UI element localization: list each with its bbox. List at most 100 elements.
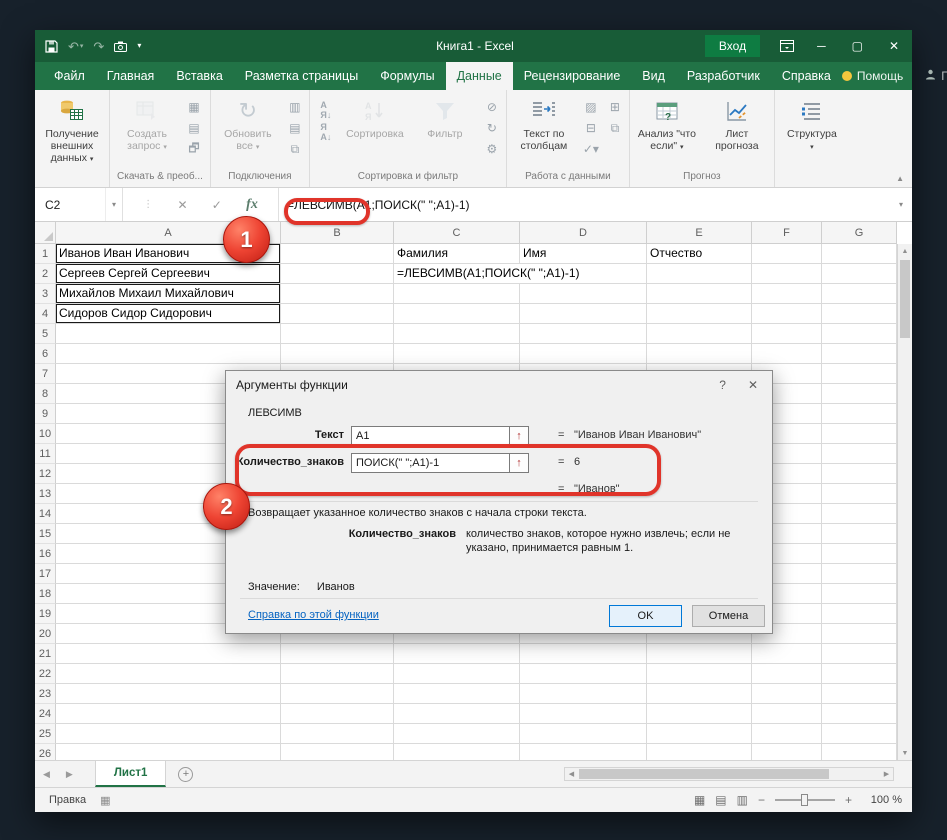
maximize-button[interactable]: ▢	[839, 30, 876, 62]
ribbon-tab-Данные[interactable]: Данные	[445, 62, 513, 90]
cell-B6[interactable]	[281, 344, 394, 364]
cell-B1[interactable]	[281, 244, 394, 264]
cell-A4[interactable]: Сидоров Сидор Сидорович	[56, 304, 281, 324]
cell-D6[interactable]	[520, 344, 647, 364]
dialog-close-icon[interactable]: ✕	[748, 378, 758, 392]
sort-az-icon[interactable]: А Я↓	[313, 100, 339, 120]
normal-view-icon[interactable]: ▦	[694, 793, 705, 807]
cell-A3[interactable]: Михайлов Михаил Михайлович	[56, 284, 281, 304]
cell-E22[interactable]	[647, 664, 752, 684]
cell-B4[interactable]	[281, 304, 394, 324]
cell-B5[interactable]	[281, 324, 394, 344]
cell-C24[interactable]	[394, 704, 520, 724]
cell-B22[interactable]	[281, 664, 394, 684]
cell-D22[interactable]	[520, 664, 647, 684]
row-header-12[interactable]: 12	[35, 464, 56, 484]
row-header-22[interactable]: 22	[35, 664, 56, 684]
scroll-right-icon[interactable]: ▶	[880, 768, 893, 780]
cell-C25[interactable]	[394, 724, 520, 744]
ok-button[interactable]: OK	[609, 605, 682, 627]
row-header-18[interactable]: 18	[35, 584, 56, 604]
next-sheet-icon[interactable]: ▶	[58, 769, 81, 780]
insert-function-icon[interactable]: fx	[246, 197, 258, 213]
column-header-E[interactable]: E	[647, 222, 752, 244]
cell-D1[interactable]: Имя	[520, 244, 647, 264]
cell-A6[interactable]	[56, 344, 281, 364]
cell-D26[interactable]	[520, 744, 647, 760]
flash-fill-icon[interactable]: ▨	[580, 98, 602, 116]
collapse-dialog-icon[interactable]: ↑	[509, 427, 528, 445]
scroll-down-icon[interactable]: ▼	[898, 746, 912, 760]
ribbon-tab-Разработчик[interactable]: Разработчик	[676, 62, 771, 90]
cell-F3[interactable]	[752, 284, 822, 304]
ribbon-tab-Вид[interactable]: Вид	[631, 62, 676, 90]
prev-sheet-icon[interactable]: ◀	[35, 769, 58, 780]
cell-D4[interactable]	[520, 304, 647, 324]
row-header-5[interactable]: 5	[35, 324, 56, 344]
cell-G9[interactable]	[822, 404, 897, 424]
name-box[interactable]: C2 ▾	[35, 188, 123, 221]
row-header-24[interactable]: 24	[35, 704, 56, 724]
column-header-G[interactable]: G	[822, 222, 897, 244]
cell-E5[interactable]	[647, 324, 752, 344]
cell-E25[interactable]	[647, 724, 752, 744]
cell-D3[interactable]	[520, 284, 647, 304]
vertical-scroll-thumb[interactable]	[900, 260, 910, 338]
show-queries-icon[interactable]: ▦	[183, 98, 205, 116]
cell-G21[interactable]	[822, 644, 897, 664]
cell-E3[interactable]	[647, 284, 752, 304]
cell-C2[interactable]: =ЛЕВСИМВ(A1;ПОИСК(" ";A1)-1)	[394, 264, 583, 284]
cell-C5[interactable]	[394, 324, 520, 344]
cell-F4[interactable]	[752, 304, 822, 324]
cell-G18[interactable]	[822, 584, 897, 604]
vertical-scrollbar[interactable]: ▲ ▼	[897, 244, 912, 760]
dialog-titlebar[interactable]: Аргументы функции ? ✕	[226, 371, 772, 399]
cell-F1[interactable]	[752, 244, 822, 264]
forecast-sheet-button[interactable]: Лист прогноза	[703, 94, 771, 152]
cell-G8[interactable]	[822, 384, 897, 404]
what-if-analysis-button[interactable]: ? Анализ "что если" ▾	[633, 94, 701, 152]
consolidate-icon[interactable]: ⊞	[604, 98, 626, 116]
row-header-17[interactable]: 17	[35, 564, 56, 584]
ribbon-tab-Формулы[interactable]: Формулы	[369, 62, 445, 90]
qat-customize-icon[interactable]: ▾	[137, 42, 141, 50]
cell-G6[interactable]	[822, 344, 897, 364]
cell-A24[interactable]	[56, 704, 281, 724]
cell-C1[interactable]: Фамилия	[394, 244, 520, 264]
ribbon-tab-Рецензирование[interactable]: Рецензирование	[513, 62, 632, 90]
cell-G17[interactable]	[822, 564, 897, 584]
row-header-10[interactable]: 10	[35, 424, 56, 444]
select-all-corner[interactable]	[35, 222, 56, 244]
cell-G22[interactable]	[822, 664, 897, 684]
cell-E21[interactable]	[647, 644, 752, 664]
cell-A5[interactable]	[56, 324, 281, 344]
cell-G15[interactable]	[822, 524, 897, 544]
cell-G23[interactable]	[822, 684, 897, 704]
cell-B26[interactable]	[281, 744, 394, 760]
cell-G16[interactable]	[822, 544, 897, 564]
row-header-19[interactable]: 19	[35, 604, 56, 624]
cell-A26[interactable]	[56, 744, 281, 760]
cell-G2[interactable]	[822, 264, 897, 284]
share-button[interactable]: Поделиться	[925, 69, 947, 83]
ribbon-tab-Разметка страницы[interactable]: Разметка страницы	[234, 62, 369, 90]
cell-B24[interactable]	[281, 704, 394, 724]
relationships-icon[interactable]: ⧉	[604, 119, 626, 137]
page-layout-view-icon[interactable]: ▤	[715, 793, 726, 807]
tellme-help-button[interactable]: Помощь	[841, 69, 903, 83]
close-button[interactable]: ✕	[876, 30, 912, 62]
horizontal-scroll-thumb[interactable]	[579, 769, 829, 779]
touch-mode-icon[interactable]	[114, 41, 128, 52]
cell-E1[interactable]: Отчество	[647, 244, 752, 264]
minimize-button[interactable]: ─	[804, 30, 839, 62]
cell-A25[interactable]	[56, 724, 281, 744]
cell-E23[interactable]	[647, 684, 752, 704]
row-header-14[interactable]: 14	[35, 504, 56, 524]
get-external-data-button[interactable]: Получение внешних данных ▾	[38, 94, 106, 164]
cell-D23[interactable]	[520, 684, 647, 704]
column-header-B[interactable]: B	[281, 222, 394, 244]
cell-E24[interactable]	[647, 704, 752, 724]
sort-za-icon[interactable]: Я А↓	[313, 122, 339, 142]
dialog-help-icon[interactable]: ?	[719, 378, 726, 392]
cell-C3[interactable]	[394, 284, 520, 304]
